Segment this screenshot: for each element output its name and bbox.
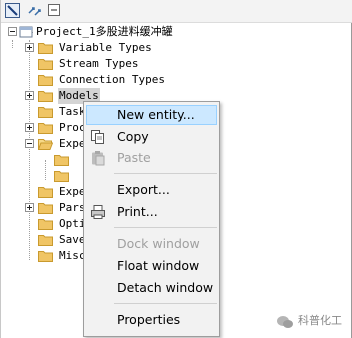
menu-item-paste[interactable]: Paste [86,148,217,168]
folder-icon [38,251,53,262]
expand-toggle[interactable] [25,91,34,100]
menu-separator [114,173,217,174]
open-folder-icon [38,139,53,150]
menu-item-label: Copy [117,129,149,144]
folder-icon [38,187,53,198]
toggle-tree-button[interactable] [5,3,20,18]
menu-item-export[interactable]: Export... [86,180,217,200]
menu-item-dock-window[interactable]: Dock window [86,234,217,254]
menu-item-detach-window[interactable]: Detach window [86,278,217,298]
tree-item-label: Connection Types [59,73,165,86]
tree-item-label: Misc [59,249,86,262]
menu-item-new-entity[interactable]: New entity... [86,105,217,125]
folder-icon [38,75,53,86]
tree-item-label: Expe [59,185,86,198]
tree-view-icon [5,3,20,18]
menu-item-label: Properties [117,312,181,327]
copy-icon [91,130,104,144]
menu-item-label: Float window [117,258,200,273]
folder-icon [38,219,53,230]
folder-icon [38,43,53,54]
explorer-toolbar [1,0,352,23]
wechat-logo-icon [277,316,293,328]
menu-item-label: Paste [117,150,151,165]
tree-item-label: Proc [59,121,86,134]
tree-item-label: Stream Types [59,57,139,70]
collapse-icon [48,4,60,16]
folder-icon [38,91,53,102]
folder-icon [38,235,53,246]
collapse-all-button[interactable] [47,3,62,18]
menu-item-label: New entity... [117,107,195,122]
expand-toggle[interactable] [25,203,34,212]
folder-icon [38,59,53,70]
tree-item-label: Save [59,233,86,246]
project-icon [19,26,33,38]
folder-icon [54,171,69,182]
model-explorer-panel: Project_1多股进料缓冲罐 Variable Types Stream T… [0,0,352,338]
paste-icon [92,151,105,166]
folder-icon [54,155,69,166]
watermark-text: 科普化工 [298,314,342,327]
tree-item-label: Pars [59,201,86,214]
menu-separator [114,303,217,304]
tree-item-label: Variable Types [59,41,152,54]
folder-icon [38,203,53,214]
menu-item-float-window[interactable]: Float window [86,256,217,276]
watermark: 科普化工 [274,312,346,332]
link-arrows-icon [28,7,41,16]
tree-item-label: Expe [59,137,86,150]
sync-button[interactable] [27,3,42,18]
expand-toggle[interactable] [25,43,34,52]
collapse-toggle[interactable] [8,27,17,36]
printer-icon [91,205,105,219]
menu-item-copy[interactable]: Copy [86,127,217,147]
folder-icon [38,123,53,134]
menu-item-label: Dock window [117,236,200,251]
tree-root-label: Project_1多股进料缓冲罐 [36,25,173,38]
folder-icon [38,107,53,118]
tree-item-label: Opti [59,217,86,230]
menu-item-label: Print... [117,204,158,219]
context-menu: New entity... Copy Paste Export... Print… [83,101,220,337]
menu-separator [114,227,217,228]
collapse-toggle[interactable] [25,139,34,148]
menu-item-label: Export... [117,182,170,197]
menu-item-properties[interactable]: Properties [86,310,217,330]
expand-toggle[interactable] [25,123,34,132]
menu-item-label: Detach window [117,280,214,295]
menu-item-print[interactable]: Print... [86,202,217,222]
tree-item-label: Task [59,105,86,118]
